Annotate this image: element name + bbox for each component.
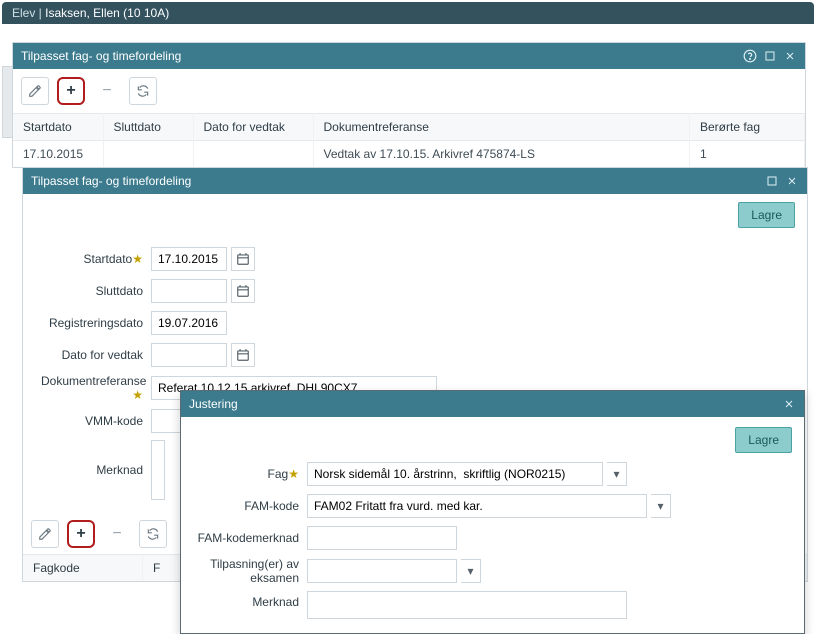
label-sluttdato: Sluttdato xyxy=(41,284,151,298)
close-icon[interactable] xyxy=(782,397,796,411)
panel1-title: Tilpasset fag- og timefordeling xyxy=(21,49,181,63)
cell-dokref: Vedtak av 17.10.15. Arkivref 475874-LS xyxy=(313,141,690,168)
refresh-button[interactable] xyxy=(139,520,167,548)
label-dokref: Dokumentreferanse★ xyxy=(41,374,151,402)
edit-button[interactable] xyxy=(21,77,49,105)
add-button[interactable]: + xyxy=(57,77,85,105)
title-sep: | xyxy=(35,6,45,20)
col-startdato[interactable]: Startdato xyxy=(13,114,103,141)
panel1-table: Startdato Sluttdato Dato for vedtak Doku… xyxy=(13,113,805,167)
title-prefix: Elev xyxy=(12,6,35,20)
maximize-icon[interactable] xyxy=(763,49,777,63)
col-sluttdato[interactable]: Sluttdato xyxy=(103,114,193,141)
calendar-icon[interactable] xyxy=(231,247,255,271)
maximize-icon[interactable] xyxy=(765,174,779,188)
label-vedtakdato: Dato for vedtak xyxy=(41,348,151,362)
cell-start: 17.10.2015 xyxy=(13,141,103,168)
cell-fag: 1 xyxy=(690,141,805,168)
help-icon[interactable] xyxy=(743,49,757,63)
remove-button[interactable]: − xyxy=(103,520,131,548)
edit-button[interactable] xyxy=(31,520,59,548)
fag-select[interactable] xyxy=(307,462,603,486)
panel2-title: Tilpasset fag- og timefordeling xyxy=(31,174,191,188)
refresh-button[interactable] xyxy=(129,77,157,105)
label-fag: Fag★ xyxy=(195,467,307,481)
tilpasning-select[interactable] xyxy=(307,559,457,583)
col-fagkode[interactable]: Fagkode xyxy=(23,555,143,581)
startdato-input[interactable] xyxy=(151,247,227,271)
label-regdato: Registreringsdato xyxy=(41,316,151,330)
panel1-toolbar: + − xyxy=(13,69,805,113)
label-vmm: VMM-kode xyxy=(41,414,151,428)
fam-merknad-input[interactable] xyxy=(307,526,457,550)
chevron-down-icon[interactable]: ▾ xyxy=(607,462,627,486)
dialog-justering: Justering Lagre Fag★ ▾ FAM-kode ▾ FAM-ko… xyxy=(180,390,805,634)
merknad-textarea-edge[interactable] xyxy=(151,440,165,500)
col-fag[interactable]: Berørte fag xyxy=(690,114,805,141)
calendar-icon[interactable] xyxy=(231,279,255,303)
label-famkode: FAM-kode xyxy=(195,499,307,513)
save-button[interactable]: Lagre xyxy=(738,202,795,228)
label-justering-merknad: Merknad xyxy=(195,591,307,609)
page-title-bar: Elev | Isaksen, Ellen (10 10A) xyxy=(2,2,814,24)
panel-tilpasset-1: Tilpasset fag- og timefordeling + − Star… xyxy=(12,42,806,168)
chevron-down-icon[interactable]: ▾ xyxy=(651,494,671,518)
label-tilpasning: Tilpasning(er) av eksamen xyxy=(195,557,307,585)
title-name: Isaksen, Ellen (10 10A) xyxy=(45,6,169,20)
chevron-down-icon[interactable]: ▾ xyxy=(461,559,481,583)
label-fam-merknad: FAM-kodemerknad xyxy=(195,531,307,545)
label-startdato: Startdato★ xyxy=(41,252,151,266)
justering-title: Justering xyxy=(189,397,238,411)
save-button[interactable]: Lagre xyxy=(735,427,792,453)
cell-end xyxy=(103,141,193,168)
close-icon[interactable] xyxy=(785,174,799,188)
add-button[interactable]: + xyxy=(67,520,95,548)
col-dokref[interactable]: Dokumentreferanse xyxy=(313,114,690,141)
vedtak-input[interactable] xyxy=(151,343,227,367)
cell-vedtak xyxy=(193,141,313,168)
remove-button[interactable]: − xyxy=(93,77,121,105)
close-icon[interactable] xyxy=(783,49,797,63)
regdato-input[interactable] xyxy=(151,311,227,335)
calendar-icon[interactable] xyxy=(231,343,255,367)
col-vedtak[interactable]: Dato for vedtak xyxy=(193,114,313,141)
table-row[interactable]: 17.10.2015 Vedtak av 17.10.15. Arkivref … xyxy=(13,141,805,168)
sluttdato-input[interactable] xyxy=(151,279,227,303)
justering-merknad-textarea[interactable] xyxy=(307,591,627,619)
famkode-select[interactable] xyxy=(307,494,647,518)
label-merknad: Merknad xyxy=(41,463,151,477)
